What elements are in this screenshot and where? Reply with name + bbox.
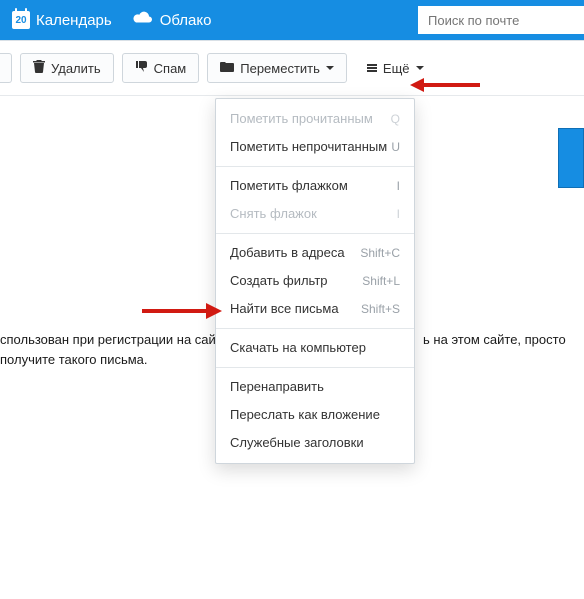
menu-mark-read[interactable]: Пометить прочитанным Q: [216, 105, 414, 133]
body-fragment-left: спользован при регистрации на сай: [0, 332, 216, 347]
nav-calendar[interactable]: 20 Календарь: [2, 0, 122, 40]
delete-button[interactable]: Удалить: [20, 53, 114, 83]
menu-label: Перенаправить: [230, 379, 324, 395]
menu-shortcut: Shift+L: [362, 273, 400, 289]
menu-label: Пометить флажком: [230, 178, 348, 194]
menu-label: Добавить в адреса: [230, 245, 345, 261]
side-panel-fragment: [558, 128, 584, 188]
cloud-icon: [132, 10, 154, 30]
more-dropdown: Пометить прочитанным Q Пометить непрочит…: [215, 98, 415, 464]
top-nav: 20 Календарь Облако: [0, 0, 584, 40]
trash-icon: [33, 60, 45, 76]
search-wrap: [418, 6, 584, 34]
menu-forward-attachment[interactable]: Переслать как вложение: [216, 401, 414, 429]
nav-calendar-label: Календарь: [36, 12, 112, 29]
menu-separator: [216, 233, 414, 234]
toolbar-partial-button[interactable]: ь: [0, 53, 12, 83]
menu-redirect[interactable]: Перенаправить: [216, 373, 414, 401]
menu-shortcut: Shift+C: [360, 245, 400, 261]
move-button[interactable]: Переместить: [207, 53, 347, 83]
menu-flag[interactable]: Пометить флажком I: [216, 172, 414, 200]
menu-label: Найти все письма: [230, 301, 339, 317]
menu-label: Снять флажок: [230, 206, 317, 222]
menu-label: Пометить непрочитанным: [230, 139, 387, 155]
menu-shortcut: I: [397, 178, 400, 194]
chevron-down-icon: [326, 66, 334, 70]
menu-label: Переслать как вложение: [230, 407, 380, 423]
body-fragment-right: ь на этом сайте, просто: [423, 332, 566, 347]
menu-label: Скачать на компьютер: [230, 340, 366, 356]
menu-shortcut: U: [391, 139, 400, 155]
menu-separator: [216, 367, 414, 368]
menu-shortcut: Q: [391, 111, 400, 127]
calendar-icon: 20: [12, 11, 30, 29]
menu-separator: [216, 166, 414, 167]
spam-label: Спам: [154, 61, 187, 76]
menu-separator: [216, 328, 414, 329]
menu-download[interactable]: Скачать на компьютер: [216, 334, 414, 362]
search-input[interactable]: [418, 6, 584, 34]
menu-unflag[interactable]: Снять флажок I: [216, 200, 414, 228]
more-label: Ещё: [383, 61, 410, 76]
menu-find-all[interactable]: Найти все письма Shift+S: [216, 295, 414, 323]
menu-shortcut: I: [397, 206, 400, 222]
menu-mark-unread[interactable]: Пометить непрочитанным U: [216, 133, 414, 161]
more-button[interactable]: Ещё: [355, 53, 436, 83]
folder-icon: [220, 61, 234, 76]
menu-label: Создать фильтр: [230, 273, 328, 289]
menu-label: Пометить прочитанным: [230, 111, 373, 127]
menu-create-filter[interactable]: Создать фильтр Shift+L: [216, 267, 414, 295]
body-line2: получите такого письма.: [0, 352, 148, 367]
menu-headers[interactable]: Служебные заголовки: [216, 429, 414, 457]
nav-cloud[interactable]: Облако: [122, 0, 222, 40]
nav-cloud-label: Облако: [160, 12, 212, 29]
annotation-arrow-download: [142, 300, 222, 322]
chevron-down-icon: [416, 66, 424, 70]
menu-label: Служебные заголовки: [230, 435, 364, 451]
toolbar: ь Удалить Спам Переместить Ещё: [0, 40, 584, 96]
thumbs-down-icon: [135, 60, 148, 76]
menu-add-address[interactable]: Добавить в адреса Shift+C: [216, 239, 414, 267]
hamburger-icon: [367, 64, 377, 72]
spam-button[interactable]: Спам: [122, 53, 200, 83]
move-label: Переместить: [240, 61, 320, 76]
delete-label: Удалить: [51, 61, 101, 76]
menu-shortcut: Shift+S: [361, 301, 400, 317]
